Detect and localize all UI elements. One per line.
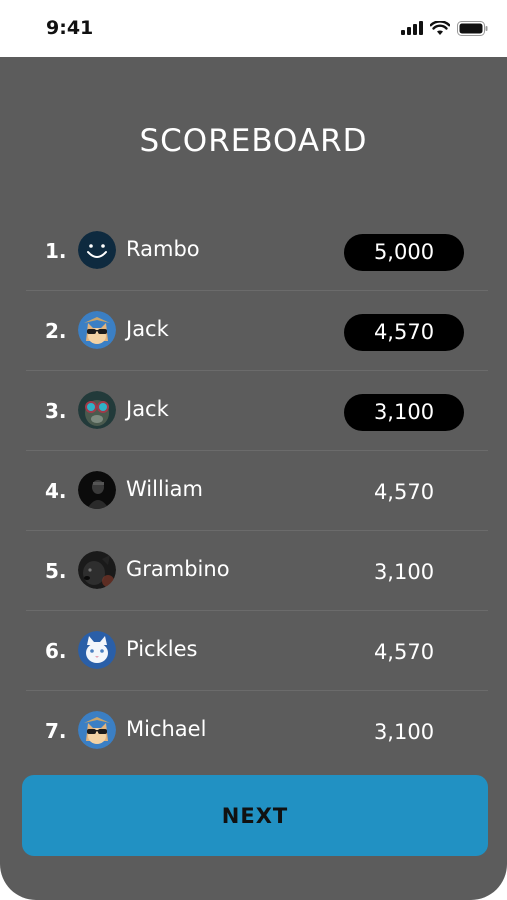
list-item: 3. Jack 3,100 [26, 371, 488, 451]
scoreboard-screen: SCOREBOARD 1. Rambo 5,000 2. Jack 4,570 3. Jack… [0, 57, 507, 900]
status-time: 9:41 [46, 17, 94, 39]
player-rank: 4. [45, 479, 67, 503]
player-name: Pickles [126, 637, 198, 661]
status-bar: 9:41 [0, 0, 507, 57]
player-score: 3,100 [373, 720, 435, 744]
player-score: 3,100 [373, 560, 435, 584]
player-rank: 5. [45, 559, 67, 583]
player-rank: 7. [45, 719, 67, 743]
player-name: Jack [126, 317, 169, 341]
monkey-goggles-avatar [78, 391, 116, 429]
wifi-icon [430, 20, 450, 35]
player-rank: 6. [45, 639, 67, 663]
list-item: 1. Rambo 5,000 [26, 211, 488, 291]
dark-figure-avatar [78, 471, 116, 509]
player-name: William [126, 477, 203, 501]
cat-sunglasses-avatar [78, 311, 116, 349]
next-button[interactable]: NEXT [22, 775, 488, 856]
list-item: 2. Jack 4,570 [26, 291, 488, 371]
score-badge: 5,000 [344, 234, 464, 271]
player-name: Michael [126, 717, 207, 741]
player-rank: 1. [45, 239, 67, 263]
list-item: 6. Pickles 4,570 [26, 611, 488, 691]
battery-icon [457, 20, 488, 36]
player-name: Grambino [126, 557, 230, 581]
smiley-avatar [78, 231, 116, 269]
list-item: 4. William 4,570 [26, 451, 488, 531]
cat-sunglasses-avatar [78, 711, 116, 749]
list-item: 5. Grambino 3,100 [26, 531, 488, 611]
player-name: Jack [126, 397, 169, 421]
player-name: Rambo [126, 237, 200, 261]
black-dog-avatar [78, 551, 116, 589]
player-rank: 2. [45, 319, 67, 343]
player-score: 4,570 [373, 640, 435, 664]
white-cat-avatar [78, 631, 116, 669]
signal-icon [401, 21, 423, 35]
page-title: SCOREBOARD [139, 123, 368, 159]
score-badge: 4,570 [344, 314, 464, 351]
scoreboard-list: 1. Rambo 5,000 2. Jack 4,570 3. Jack 3,100 4. Will… [26, 211, 488, 771]
list-item: 7. Michael 3,100 [26, 691, 488, 771]
player-score: 4,570 [373, 480, 435, 504]
score-badge: 3,100 [344, 394, 464, 431]
player-rank: 3. [45, 399, 67, 423]
status-icons [401, 19, 488, 37]
